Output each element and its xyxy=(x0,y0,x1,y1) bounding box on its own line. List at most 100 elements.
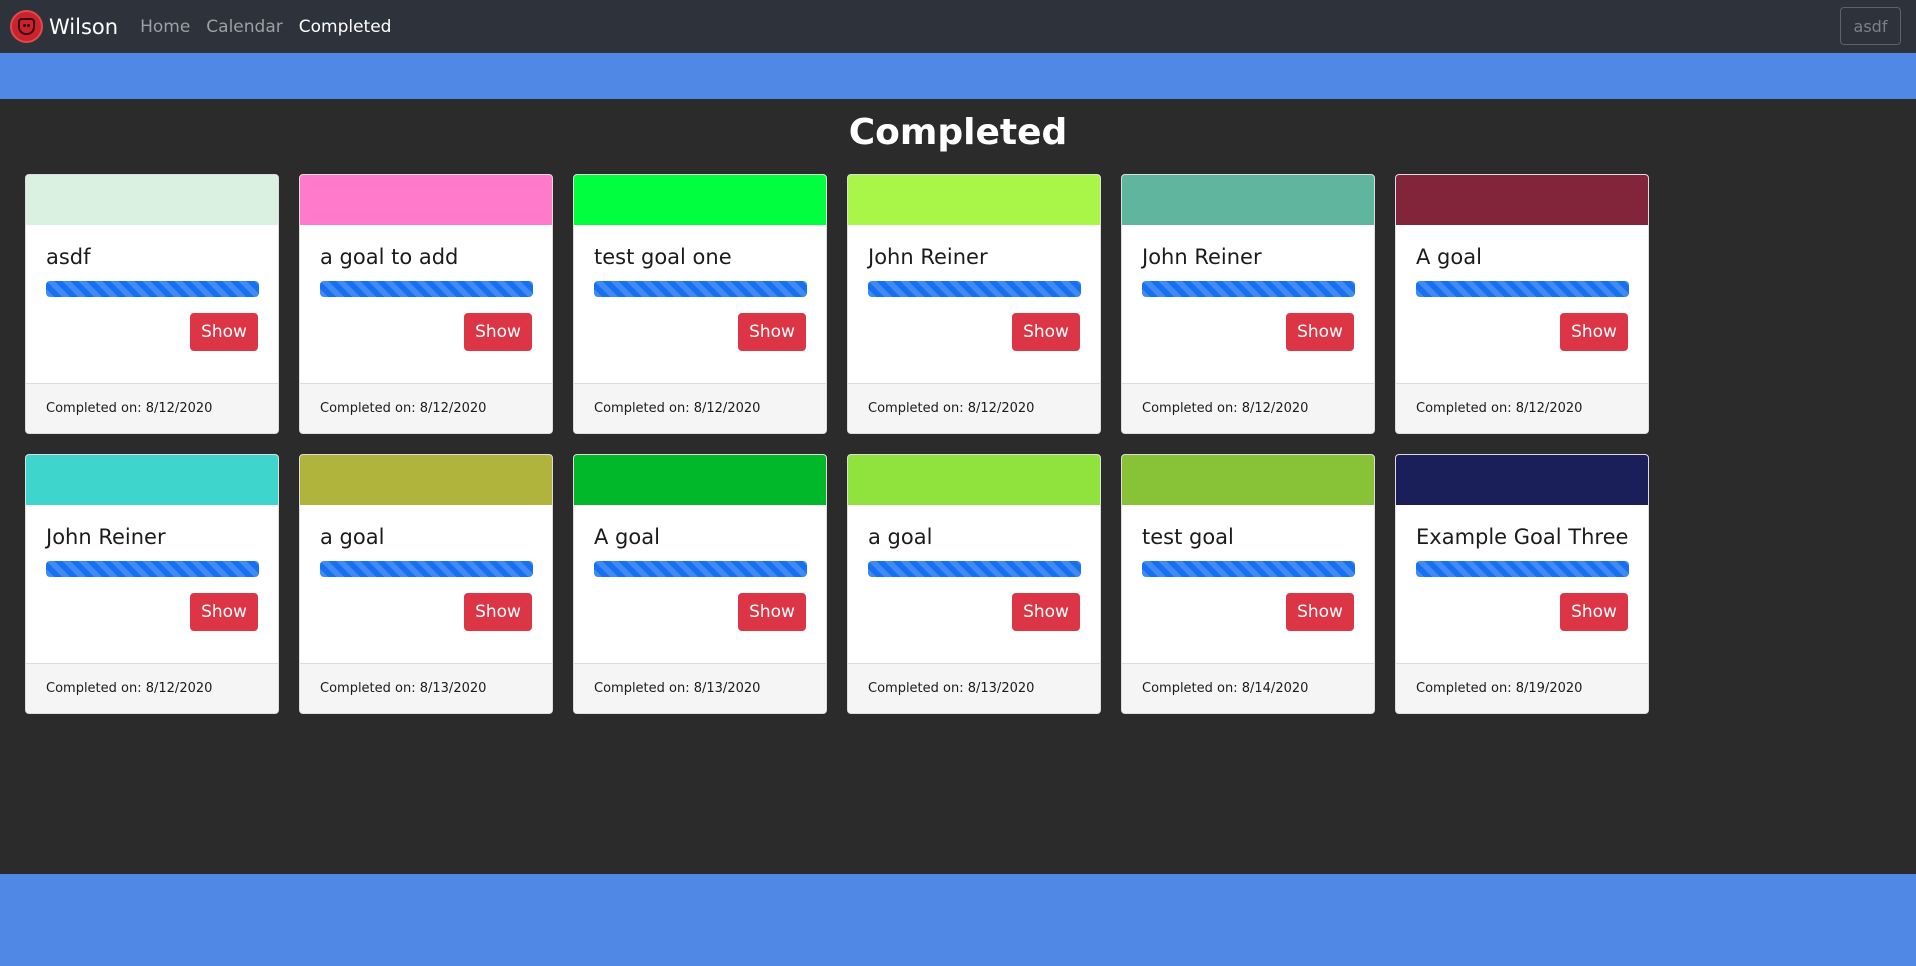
goal-color-swatch xyxy=(1396,175,1648,225)
page-title: Completed xyxy=(848,112,1068,153)
show-button[interactable]: Show xyxy=(1012,313,1080,351)
goal-title: a goal to add xyxy=(320,245,459,269)
card-body: test goal Show xyxy=(1122,505,1374,665)
show-button[interactable]: Show xyxy=(1286,313,1354,351)
progress-fill xyxy=(1142,281,1355,297)
progress-fill xyxy=(1142,561,1355,577)
goal-progress-bar xyxy=(1416,281,1629,297)
show-button[interactable]: Show xyxy=(1012,593,1080,631)
goal-title: Example Goal Three xyxy=(1416,525,1629,549)
goal-progress-bar xyxy=(320,561,533,577)
completed-date: Completed on: 8/12/2020 xyxy=(1122,383,1374,433)
goal-color-swatch xyxy=(300,175,552,225)
show-button[interactable]: Show xyxy=(464,313,532,351)
header-band xyxy=(0,53,1916,99)
goal-title: John Reiner xyxy=(868,245,988,269)
show-button[interactable]: Show xyxy=(464,593,532,631)
show-button[interactable]: Show xyxy=(190,313,258,351)
goal-card: John Reiner Show Completed on: 8/12/2020 xyxy=(25,454,279,714)
show-button[interactable]: Show xyxy=(738,593,806,631)
goal-progress-bar xyxy=(594,281,807,297)
goal-card: John Reiner Show Completed on: 8/12/2020 xyxy=(847,174,1101,434)
card-body: John Reiner Show xyxy=(26,505,278,665)
goal-color-swatch xyxy=(1396,455,1648,505)
goal-title: a goal xyxy=(320,525,385,549)
goal-card: test goal Show Completed on: 8/14/2020 xyxy=(1121,454,1375,714)
nav-link-calendar[interactable]: Calendar xyxy=(206,17,282,37)
goal-title: test goal xyxy=(1142,525,1234,549)
goal-color-swatch xyxy=(848,455,1100,505)
footer-band xyxy=(0,874,1916,966)
goal-color-swatch xyxy=(26,455,278,505)
show-button[interactable]: Show xyxy=(738,313,806,351)
card-body: A goal Show xyxy=(574,505,826,665)
show-button[interactable]: Show xyxy=(1286,593,1354,631)
goal-color-swatch xyxy=(574,455,826,505)
completed-date: Completed on: 8/12/2020 xyxy=(848,383,1100,433)
completed-date: Completed on: 8/12/2020 xyxy=(26,663,278,713)
brand[interactable]: Wilson xyxy=(10,10,118,43)
card-body: test goal one Show xyxy=(574,225,826,385)
nav-links: Home Calendar Completed xyxy=(140,17,407,37)
progress-fill xyxy=(46,561,259,577)
completed-date: Completed on: 8/14/2020 xyxy=(1122,663,1374,713)
goal-card: a goal Show Completed on: 8/13/2020 xyxy=(299,454,553,714)
top-navbar: Wilson Home Calendar Completed asdf xyxy=(0,0,1916,53)
goal-title: John Reiner xyxy=(46,525,166,549)
goal-card: asdf Show Completed on: 8/12/2020 xyxy=(25,174,279,434)
progress-fill xyxy=(1416,281,1629,297)
brand-name[interactable]: Wilson xyxy=(49,15,118,39)
nav-link-completed[interactable]: Completed xyxy=(299,17,392,37)
goal-color-swatch xyxy=(574,175,826,225)
show-button[interactable]: Show xyxy=(190,593,258,631)
goal-title: John Reiner xyxy=(1142,245,1262,269)
completed-date: Completed on: 8/12/2020 xyxy=(300,383,552,433)
progress-fill xyxy=(46,281,259,297)
goal-card: a goal to add Show Completed on: 8/12/2020 xyxy=(299,174,553,434)
goal-progress-bar xyxy=(868,281,1081,297)
progress-fill xyxy=(868,281,1081,297)
goal-title: asdf xyxy=(46,245,91,269)
goal-color-swatch xyxy=(1122,175,1374,225)
show-button[interactable]: Show xyxy=(1560,593,1628,631)
completed-date: Completed on: 8/12/2020 xyxy=(574,383,826,433)
card-body: A goal Show xyxy=(1396,225,1648,385)
goal-card: A goal Show Completed on: 8/13/2020 xyxy=(573,454,827,714)
goal-progress-bar xyxy=(1142,281,1355,297)
goal-progress-bar xyxy=(320,281,533,297)
progress-fill xyxy=(868,561,1081,577)
completed-date: Completed on: 8/13/2020 xyxy=(848,663,1100,713)
card-body: Example Goal Three Show xyxy=(1396,505,1648,665)
show-button[interactable]: Show xyxy=(1560,313,1628,351)
goal-card: John Reiner Show Completed on: 8/12/2020 xyxy=(1121,174,1375,434)
wilson-logo-icon xyxy=(10,10,43,43)
completed-date: Completed on: 8/19/2020 xyxy=(1396,663,1648,713)
card-body: asdf Show xyxy=(26,225,278,385)
goal-card: A goal Show Completed on: 8/12/2020 xyxy=(1395,174,1649,434)
goal-progress-bar xyxy=(1416,561,1629,577)
goal-card: test goal one Show Completed on: 8/12/2020 xyxy=(573,174,827,434)
completed-date: Completed on: 8/12/2020 xyxy=(26,383,278,433)
completed-date: Completed on: 8/13/2020 xyxy=(574,663,826,713)
goal-color-swatch xyxy=(26,175,278,225)
progress-fill xyxy=(1416,561,1629,577)
goal-card: Example Goal Three Show Completed on: 8/19… xyxy=(1395,454,1649,714)
card-body: a goal Show xyxy=(848,505,1100,665)
goal-title: A goal xyxy=(1416,245,1482,269)
progress-fill xyxy=(320,281,533,297)
completed-date: Completed on: 8/12/2020 xyxy=(1396,383,1648,433)
user-menu-button[interactable]: asdf xyxy=(1840,7,1901,45)
card-body: a goal Show xyxy=(300,505,552,665)
progress-fill xyxy=(594,281,807,297)
goal-progress-bar xyxy=(594,561,807,577)
goal-progress-bar xyxy=(868,561,1081,577)
goal-progress-bar xyxy=(46,561,259,577)
goal-color-swatch xyxy=(848,175,1100,225)
goal-color-swatch xyxy=(1122,455,1374,505)
goal-color-swatch xyxy=(300,455,552,505)
goal-progress-bar xyxy=(46,281,259,297)
goal-title: a goal xyxy=(868,525,933,549)
goal-title: A goal xyxy=(594,525,660,549)
goal-progress-bar xyxy=(1142,561,1355,577)
nav-link-home[interactable]: Home xyxy=(140,17,190,37)
